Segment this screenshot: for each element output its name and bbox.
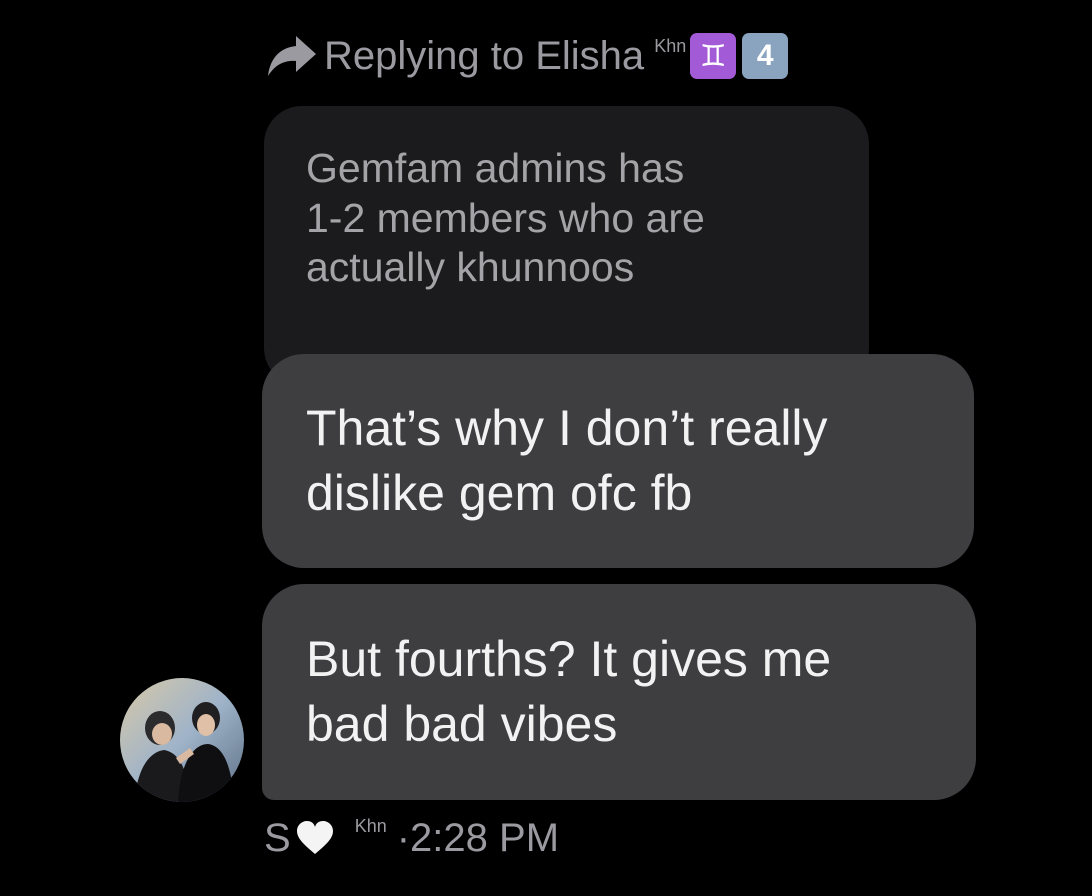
timestamp: 2:28 PM bbox=[410, 815, 560, 860]
separator-dot: · bbox=[396, 815, 411, 860]
gemini-badge-icon: ♊ bbox=[690, 33, 737, 79]
quoted-line: 1-2 members who are bbox=[306, 194, 705, 241]
sender-name[interactable]: S bbox=[264, 816, 291, 861]
message-line: That’s why I don’t really bbox=[306, 400, 828, 456]
avatar[interactable] bbox=[120, 678, 244, 802]
message-line: But fourths? It gives me bbox=[306, 631, 832, 687]
sender-superscript: Khn bbox=[354, 816, 387, 836]
white-heart-icon bbox=[296, 821, 333, 854]
message-bubble[interactable]: That’s why I don’t really dislike gem of… bbox=[262, 354, 974, 568]
reply-label: Replying to Elisha bbox=[324, 33, 645, 78]
quoted-message-bubble[interactable]: Gemfam admins has 1-2 members who are ac… bbox=[264, 106, 869, 386]
reply-arrow-icon bbox=[268, 36, 316, 76]
message-line: bad bad vibes bbox=[306, 696, 618, 752]
keycap-four-badge: 4 bbox=[742, 33, 789, 79]
reply-superscript: Khn bbox=[654, 36, 687, 56]
reply-header[interactable]: Replying to Elisha Khn ♊ 4 bbox=[266, 28, 789, 84]
message-bubble[interactable]: But fourths? It gives me bad bad vibes bbox=[262, 584, 976, 800]
message-line: dislike gem ofc fb bbox=[306, 465, 693, 521]
message-meta: S Khn · 2:28 PM bbox=[264, 808, 559, 868]
quoted-line: actually khunnoos bbox=[306, 244, 635, 291]
quoted-line: Gemfam admins has bbox=[306, 145, 685, 191]
avatar-photo bbox=[120, 678, 244, 802]
